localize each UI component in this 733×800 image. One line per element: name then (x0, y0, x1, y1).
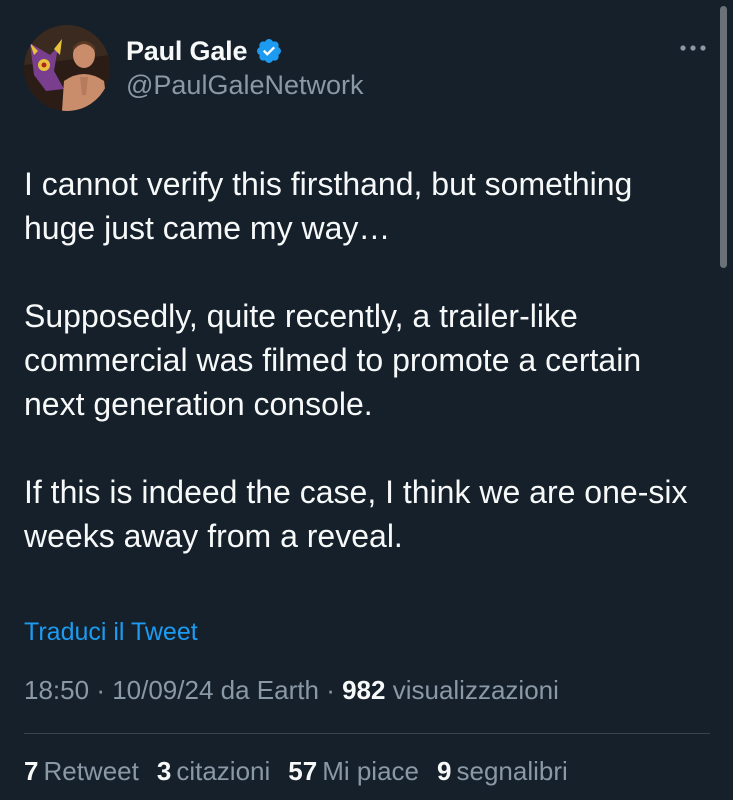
quotes-label: citazioni (176, 756, 271, 786)
likes-count: 57 (288, 756, 318, 786)
more-options-icon[interactable] (676, 36, 710, 60)
views-count: 982 (342, 675, 386, 705)
quotes-stat[interactable]: 3 citazioni (157, 756, 270, 787)
engagement-stats: 7 Retweet 3 citazioni 57 Mi piace 9 segnalib… (24, 756, 568, 787)
retweets-stat[interactable]: 7 Retweet (24, 756, 139, 787)
retweets-label: Retweet (43, 756, 139, 786)
tweet-date[interactable]: 10/09/24 (112, 675, 213, 705)
tweet-text: I cannot verify this firsthand, but some… (24, 162, 704, 558)
author-name-row: Paul Gale (126, 34, 283, 68)
separator-dot: · (96, 675, 113, 705)
quotes-count: 3 (156, 756, 172, 786)
author-display-name[interactable]: Paul Gale (126, 36, 247, 67)
scrollbar-thumb[interactable] (720, 6, 727, 268)
separator-dot: · (326, 675, 343, 705)
avatar[interactable] (24, 25, 110, 111)
views-label: visualizzazioni (392, 675, 559, 705)
avatar-image (24, 25, 110, 111)
bookmarks-stat[interactable]: 9 segnalibri (437, 756, 568, 787)
tweet-time[interactable]: 18:50 (24, 675, 89, 705)
tweet-paragraph: Supposedly, quite recently, a trailer-li… (24, 298, 642, 422)
translate-tweet-link[interactable]: Traduci il Tweet (24, 618, 198, 647)
bookmarks-label: segnalibri (456, 756, 568, 786)
likes-stat[interactable]: 57 Mi piace (288, 756, 419, 787)
likes-label: Mi piace (322, 756, 420, 786)
bookmarks-count: 9 (437, 756, 452, 786)
author-handle[interactable]: @PaulGaleNetwork (126, 70, 364, 101)
tweet-metadata: 18:50 · 10/09/24 da Earth · 982 visualiz… (24, 675, 559, 706)
verified-badge-icon[interactable] (255, 37, 283, 65)
retweets-count: 7 (24, 756, 39, 786)
tweet-source: da Earth (220, 675, 319, 705)
tweet-paragraph: I cannot verify this firsthand, but some… (24, 166, 633, 246)
tweet-paragraph: If this is indeed the case, I think we a… (24, 474, 688, 554)
divider (24, 733, 710, 734)
